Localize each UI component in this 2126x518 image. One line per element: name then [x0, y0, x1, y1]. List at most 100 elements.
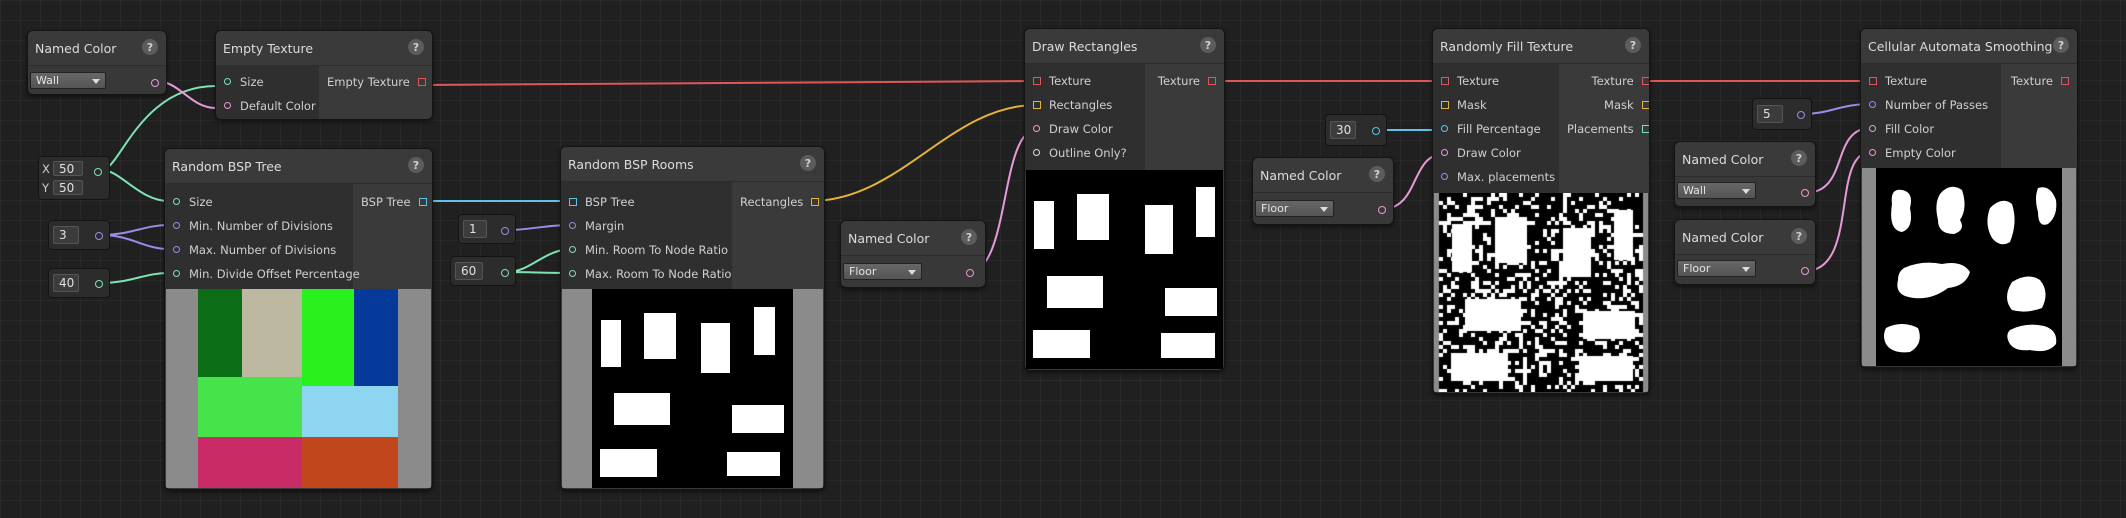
named-color-node-wall-2[interactable]: Named Color ? Wall [1674, 141, 1816, 207]
random-fill-preview [1434, 193, 1648, 392]
input-fill-percentage[interactable]: Fill Percentage [1433, 117, 1559, 141]
color-dropdown[interactable]: Floor [1677, 260, 1756, 277]
color-output-port[interactable] [966, 269, 974, 277]
graph-canvas[interactable]: Named Color ? Wall Empty Texture ? Size … [0, 0, 2126, 518]
vector-output-port[interactable] [94, 168, 102, 176]
input-size[interactable]: Size [165, 190, 353, 214]
number-output-port[interactable] [501, 227, 509, 235]
input-margin[interactable]: Margin [561, 214, 732, 238]
named-color-node-wall[interactable]: Named Color ? Wall [27, 30, 167, 95]
output-texture[interactable]: Texture [1559, 69, 1649, 93]
node-title: Randomly Fill Texture [1440, 38, 1574, 54]
color-output-port[interactable] [1801, 189, 1809, 197]
output-rectangles[interactable]: Rectangles [732, 190, 824, 214]
output-bsp-tree[interactable]: BSP Tree [353, 190, 432, 214]
node-title: Named Color [848, 230, 930, 246]
input-mask[interactable]: Mask [1433, 93, 1559, 117]
texture-port-icon [417, 78, 426, 86]
output-texture[interactable]: Texture [1145, 69, 1224, 93]
output-placements[interactable]: Placements [1559, 117, 1649, 141]
input-offset[interactable]: Min. Divide Offset Percentage [165, 262, 360, 286]
random-bsp-rooms-node[interactable]: Random BSP Rooms ? BSP Tree Margin Min. … [560, 146, 825, 490]
help-icon[interactable]: ? [1625, 37, 1641, 53]
help-icon[interactable]: ? [408, 157, 424, 173]
int-input[interactable]: 3 [53, 226, 79, 244]
input-fill-color[interactable]: Fill Color [1861, 117, 2001, 141]
help-icon[interactable]: ? [1791, 228, 1807, 244]
node-title: Named Color [1682, 229, 1764, 245]
number-output-port[interactable] [95, 232, 103, 240]
input-texture[interactable]: Texture [1433, 69, 1559, 93]
rect-port-icon [1033, 101, 1041, 109]
named-color-node-floor-2[interactable]: Named Color ? Floor [1252, 157, 1394, 225]
int-input[interactable]: 30 [1330, 121, 1356, 139]
int-field-fill-pct[interactable]: 30 [1325, 114, 1387, 146]
int-field-ratio[interactable]: 60 [450, 256, 516, 286]
input-default-color[interactable]: Default Color [216, 94, 319, 118]
number-output-port[interactable] [1372, 127, 1380, 135]
help-icon[interactable]: ? [800, 155, 816, 171]
input-min-ratio[interactable]: Min. Room To Node Ratio [561, 238, 732, 262]
number-output-port[interactable] [501, 269, 509, 277]
int-input[interactable]: 40 [53, 274, 79, 292]
x-input[interactable]: 50 [53, 161, 83, 176]
input-draw-color[interactable]: Draw Color [1025, 117, 1145, 141]
input-texture[interactable]: Texture [1861, 69, 2001, 93]
empty-texture-node[interactable]: Empty Texture ? Size Default Color Empty… [215, 30, 433, 120]
dropdown-value: Wall [36, 74, 60, 87]
color-dropdown[interactable]: Wall [30, 72, 106, 89]
number-output-port[interactable] [95, 280, 103, 288]
output-mask[interactable]: Mask [1559, 93, 1649, 117]
random-bsp-tree-node[interactable]: Random BSP Tree ? Size Min. Number of Di… [164, 148, 433, 490]
input-bsp-tree[interactable]: BSP Tree [561, 190, 732, 214]
help-icon[interactable]: ? [1791, 150, 1807, 166]
help-icon[interactable]: ? [2053, 37, 2069, 53]
input-size[interactable]: Size [216, 70, 319, 94]
y-input[interactable]: 50 [53, 180, 83, 195]
port-label: Fill Percentage [1457, 122, 1541, 136]
int-input[interactable]: 5 [1757, 105, 1783, 123]
input-min-divisions[interactable]: Min. Number of Divisions [165, 214, 353, 238]
named-color-node-floor-3[interactable]: Named Color ? Floor [1674, 219, 1816, 285]
output-empty-texture[interactable]: Empty Texture [319, 70, 432, 94]
int-field-offset[interactable]: 40 [48, 268, 110, 298]
int-input[interactable]: 1 [463, 220, 487, 238]
int-field-divisions[interactable]: 3 [48, 220, 110, 250]
color-dropdown[interactable]: Floor [1255, 200, 1334, 217]
input-draw-color[interactable]: Draw Color [1433, 141, 1559, 165]
randomly-fill-texture-node[interactable]: Randomly Fill Texture ? Texture Mask Fil… [1432, 28, 1650, 394]
port-label: Max. Number of Divisions [189, 243, 337, 257]
color-dropdown[interactable]: Wall [1677, 182, 1756, 199]
draw-rectangles-node[interactable]: Draw Rectangles ? Texture Rectangles Dra… [1024, 28, 1225, 371]
port-label: Empty Color [1885, 146, 1956, 160]
help-icon[interactable]: ? [1200, 37, 1216, 53]
help-icon[interactable]: ? [142, 39, 158, 55]
input-outline-only[interactable]: Outline Only? [1025, 141, 1145, 165]
input-empty-color[interactable]: Empty Color [1861, 141, 2001, 165]
number-output-port[interactable] [1797, 111, 1805, 119]
input-max-placements[interactable]: Max. placements [1433, 165, 1559, 189]
input-max-ratio[interactable]: Max. Room To Node Ratio [561, 262, 732, 286]
help-icon[interactable]: ? [961, 229, 977, 245]
port-label: Texture [2010, 74, 2053, 88]
named-color-node-floor[interactable]: Named Color ? Floor [840, 220, 986, 288]
output-texture[interactable]: Texture [2001, 69, 2077, 93]
number-port-icon [173, 270, 180, 277]
vector2-field[interactable]: X 50 Y 50 [38, 156, 110, 200]
cellular-automata-smoothing-node[interactable]: Cellular Automata Smoothing ? Texture Nu… [1860, 28, 2078, 368]
rooms-preview [562, 289, 823, 488]
help-icon[interactable]: ? [1369, 166, 1385, 182]
int-field-margin[interactable]: 1 [458, 214, 516, 244]
input-number-of-passes[interactable]: Number of Passes [1861, 93, 2001, 117]
color-port-icon [1441, 149, 1448, 156]
input-texture[interactable]: Texture [1025, 69, 1145, 93]
input-rectangles[interactable]: Rectangles [1025, 93, 1145, 117]
color-output-port[interactable] [1801, 267, 1809, 275]
input-max-divisions[interactable]: Max. Number of Divisions [165, 238, 353, 262]
color-output-port[interactable] [1378, 206, 1386, 214]
color-dropdown[interactable]: Floor [843, 263, 922, 280]
int-field-passes[interactable]: 5 [1752, 98, 1812, 130]
help-icon[interactable]: ? [408, 39, 424, 55]
int-input[interactable]: 60 [455, 262, 483, 280]
color-output-port[interactable] [151, 79, 159, 87]
